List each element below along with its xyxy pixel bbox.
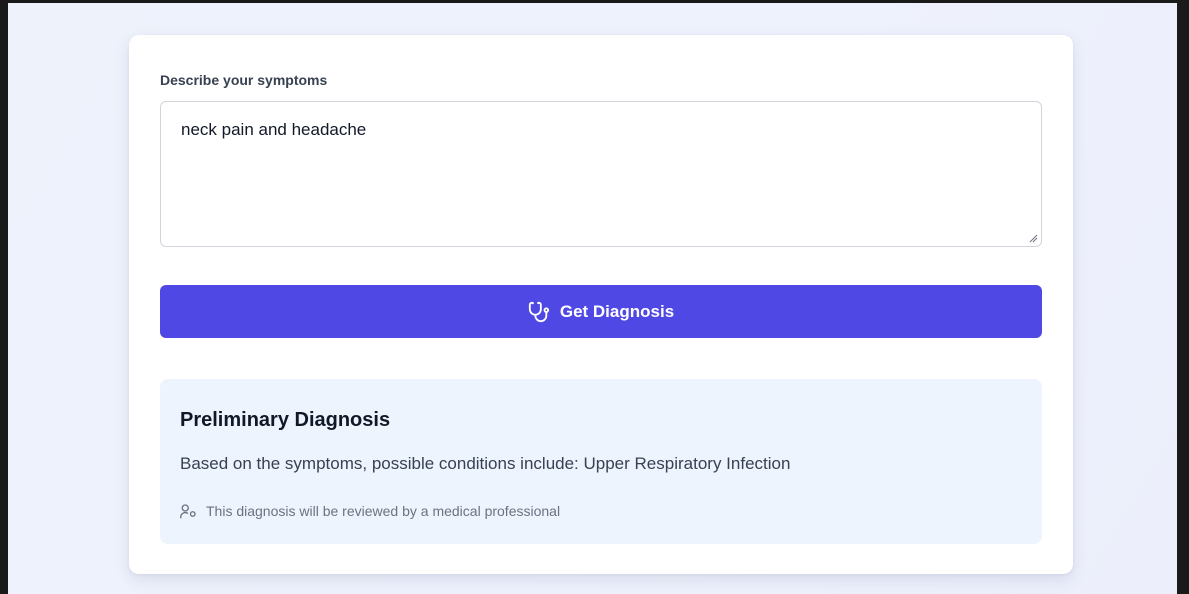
resize-handle-icon[interactable]	[1028, 233, 1038, 243]
review-note: This diagnosis will be reviewed by a med…	[180, 503, 560, 519]
review-note-text: This diagnosis will be reviewed by a med…	[206, 503, 561, 519]
get-diagnosis-label: Get Diagnosis	[559, 301, 675, 321]
result-title: Preliminary Diagnosis	[180, 409, 391, 431]
user-cog-icon	[180, 504, 196, 519]
diagnosis-result-panel: Preliminary Diagnosis Based on the sympt…	[160, 379, 1042, 544]
symptoms-textarea[interactable]: neck pain and headache	[160, 101, 1042, 247]
stethoscope-icon	[528, 301, 549, 322]
result-body: Based on the symptoms, possible conditio…	[180, 454, 791, 473]
symptoms-label: Describe your symptoms	[160, 72, 328, 88]
symptoms-text[interactable]: neck pain and headache	[181, 120, 366, 140]
get-diagnosis-button[interactable]: Get Diagnosis	[160, 285, 1042, 338]
